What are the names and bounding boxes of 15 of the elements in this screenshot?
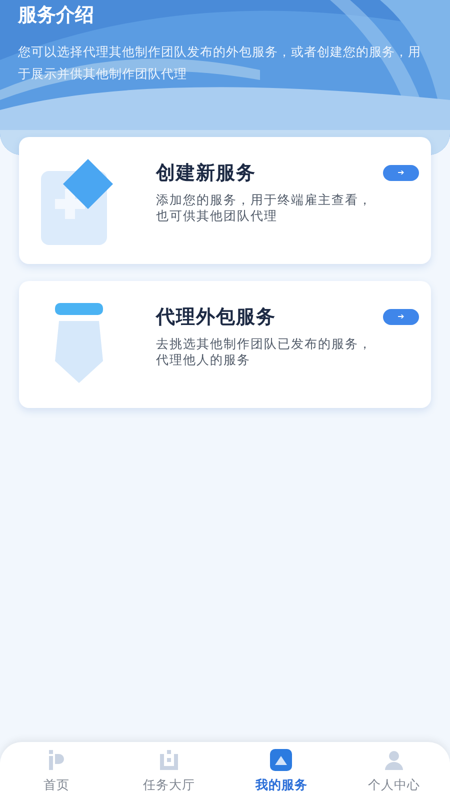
arrow-button[interactable]: ➔ (383, 309, 419, 325)
tab-button[interactable]: 首页 (0, 742, 112, 800)
service-card[interactable]: 创建新服务 添加您的服务，用于终端雇主查看，也可供其他团队代理 ➔ (19, 137, 431, 264)
service-card[interactable]: 代理外包服务 去挑选其他制作团队已发布的服务，代理他人的服务 ➔ (19, 281, 431, 408)
tab-button[interactable]: 个人中心 (338, 742, 450, 800)
card-description: 添加您的服务，用于终端雇主查看，也可供其他团队代理 (156, 192, 373, 224)
arrow-button[interactable]: ➔ (383, 165, 419, 181)
tab-button[interactable]: 任务大厅 (112, 742, 225, 800)
tab-button[interactable]: 我的服务 (225, 742, 338, 800)
card-title: 创建新服务 (156, 161, 257, 186)
service-icon (269, 748, 294, 772)
page-description: 您可以选择代理其他制作团队发布的外包服务，或者创建您的服务，用于展示并供其他制作团队代理 (18, 42, 422, 83)
page-title: 服务介绍 (18, 4, 95, 27)
card-title: 代理外包服务 (156, 305, 277, 330)
card-description: 去挑选其他制作团队已发布的服务，代理他人的服务 (156, 336, 373, 368)
